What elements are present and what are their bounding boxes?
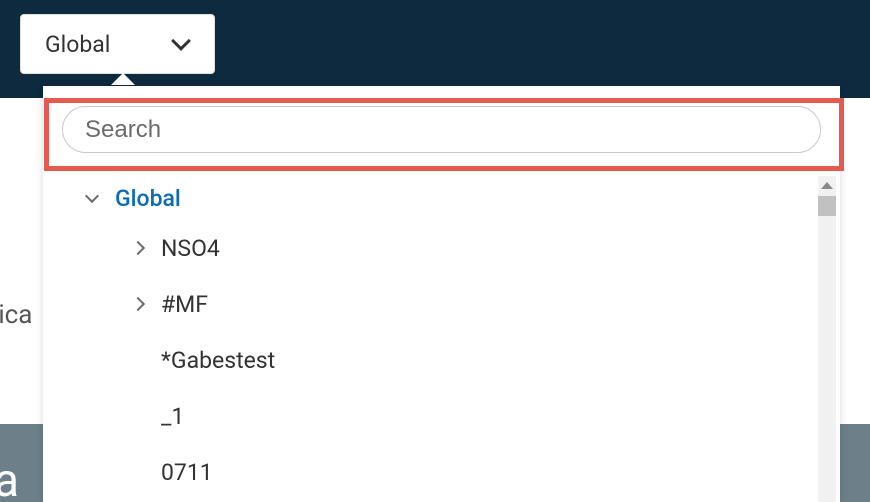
tree-root-label: Global [115, 185, 181, 212]
tree-item-1[interactable]: _1 [43, 388, 818, 444]
tree-item-mf[interactable]: #MF [43, 276, 818, 332]
tree-item-gabestest[interactable]: *Gabestest [43, 332, 818, 388]
tree-item-label: 0711 [161, 459, 213, 486]
tree-root-global[interactable]: Global [43, 176, 818, 220]
scope-tree: Global NSO4 #MF *Gabestest _1 0711 [43, 176, 818, 502]
tree-item-label: _1 [161, 403, 184, 430]
caret-down-icon [85, 188, 99, 202]
scrollbar-thumb[interactable] [818, 196, 836, 216]
tree-item-label: NSO4 [161, 235, 220, 262]
tree-item-nso4[interactable]: NSO4 [43, 220, 818, 276]
background-footer-text: a [0, 454, 19, 502]
scope-dropdown-panel: Global NSO4 #MF *Gabestest _1 0711 [43, 86, 840, 502]
background-text-fragment: lica [0, 300, 32, 330]
tree-item-label: #MF [161, 291, 208, 318]
tree-item-label: *Gabestest [161, 347, 275, 374]
chevron-down-icon [171, 31, 191, 51]
caret-right-icon [131, 241, 145, 255]
scope-selector-label: Global [45, 31, 110, 58]
scroll-up-arrow-icon[interactable] [821, 182, 833, 189]
tree-item-0711[interactable]: 0711 [43, 444, 818, 500]
caret-right-icon [131, 297, 145, 311]
search-input[interactable] [62, 106, 821, 153]
scope-selector-button[interactable]: Global [20, 14, 215, 74]
scrollbar[interactable] [818, 176, 836, 502]
